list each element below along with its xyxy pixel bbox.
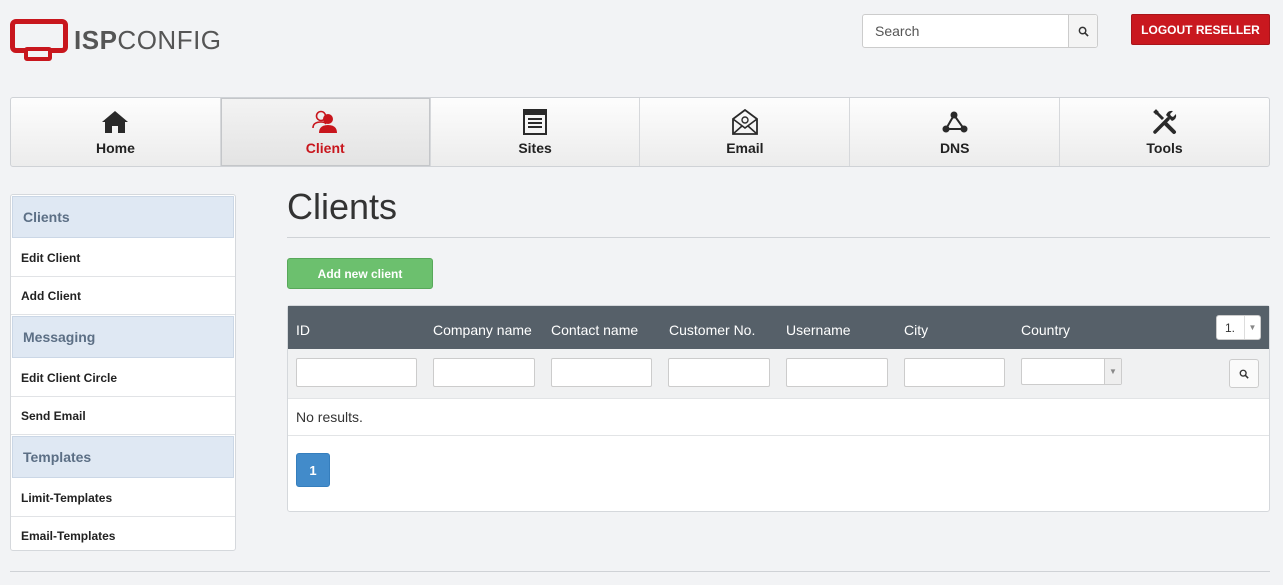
dns-icon: [941, 108, 969, 136]
nav-home[interactable]: Home: [11, 98, 221, 166]
chevron-down-icon: ▼: [1104, 359, 1121, 384]
add-new-client-button[interactable]: Add new client: [287, 258, 433, 289]
search-box: [862, 14, 1098, 48]
clients-table: ID Company name Contact name Customer No…: [287, 305, 1270, 512]
column-contact-name[interactable]: Contact name: [551, 306, 638, 349]
nav-tools-label: Tools: [1146, 140, 1183, 156]
table-header: ID Company name Contact name Customer No…: [288, 306, 1269, 349]
column-username[interactable]: Username: [786, 306, 851, 349]
filter-username-input[interactable]: [786, 358, 888, 387]
filter-contact-name-input[interactable]: [551, 358, 652, 387]
search-icon: [1078, 26, 1089, 37]
page-size-select[interactable]: 1. ▼: [1216, 315, 1261, 340]
search-icon: [1239, 369, 1249, 379]
column-id[interactable]: ID: [296, 306, 310, 349]
nav-sites-label: Sites: [518, 140, 552, 156]
logo-mark-icon: [10, 19, 68, 61]
sidebar-item-edit-client-circle[interactable]: Edit Client Circle: [11, 359, 235, 397]
sites-icon: [523, 108, 548, 136]
filter-city-input[interactable]: [904, 358, 1005, 387]
page-title: Clients: [287, 186, 398, 227]
home-icon: [101, 108, 129, 136]
sidebar-item-edit-client[interactable]: Edit Client: [11, 239, 235, 277]
empty-message: No results.: [288, 399, 1269, 436]
filter-country-select[interactable]: ▼: [1021, 358, 1122, 385]
filter-company-name-input[interactable]: [433, 358, 535, 387]
logout-button[interactable]: LOGOUT RESELLER: [1131, 14, 1270, 45]
page-size-value: 1.: [1225, 320, 1236, 335]
filter-id-input[interactable]: [296, 358, 417, 387]
pagination-page-1[interactable]: 1: [296, 453, 330, 487]
sidebar-section-templates: Templates: [12, 436, 234, 478]
nav-email-label: Email: [726, 140, 764, 156]
nav-email[interactable]: Email: [640, 98, 851, 166]
column-company-name[interactable]: Company name: [433, 306, 532, 349]
column-country[interactable]: Country: [1021, 306, 1070, 349]
nav-tools[interactable]: Tools: [1060, 98, 1269, 166]
nav-client[interactable]: Client: [220, 98, 431, 166]
nav-sites[interactable]: Sites: [431, 98, 641, 166]
main-nav: Home Client Sites Email DNS Tools: [10, 97, 1270, 167]
sidebar-section-messaging: Messaging: [12, 316, 234, 358]
tools-icon: [1152, 108, 1178, 136]
nav-dns-label: DNS: [939, 140, 970, 156]
column-city[interactable]: City: [904, 306, 928, 349]
nav-client-label: Client: [305, 140, 345, 156]
sidebar: Clients Edit Client Add Client Messaging…: [10, 194, 236, 551]
sidebar-item-email-templates[interactable]: Email-Templates: [11, 517, 235, 550]
chevron-down-icon: ▼: [1244, 316, 1260, 339]
sidebar-item-add-client[interactable]: Add Client: [11, 277, 235, 315]
users-icon: [311, 108, 339, 136]
column-customer-no[interactable]: Customer No.: [669, 306, 755, 349]
filter-customer-no-input[interactable]: [668, 358, 770, 387]
search-input[interactable]: [863, 15, 1068, 47]
sidebar-item-limit-templates[interactable]: Limit-Templates: [11, 479, 235, 517]
email-icon: [731, 108, 759, 136]
title-divider: [287, 237, 1270, 238]
sidebar-section-clients: Clients: [12, 196, 234, 238]
footer-divider: [10, 571, 1270, 572]
nav-dns[interactable]: DNS: [850, 98, 1061, 166]
app-logo[interactable]: ISPCONFIG: [10, 19, 222, 61]
logo-text: ISPCONFIG: [74, 24, 222, 55]
filter-search-button[interactable]: [1229, 359, 1259, 388]
sidebar-item-send-email[interactable]: Send Email: [11, 397, 235, 435]
filter-row: ▼: [288, 349, 1269, 399]
search-button[interactable]: [1068, 15, 1097, 47]
nav-home-label: Home: [95, 140, 135, 156]
